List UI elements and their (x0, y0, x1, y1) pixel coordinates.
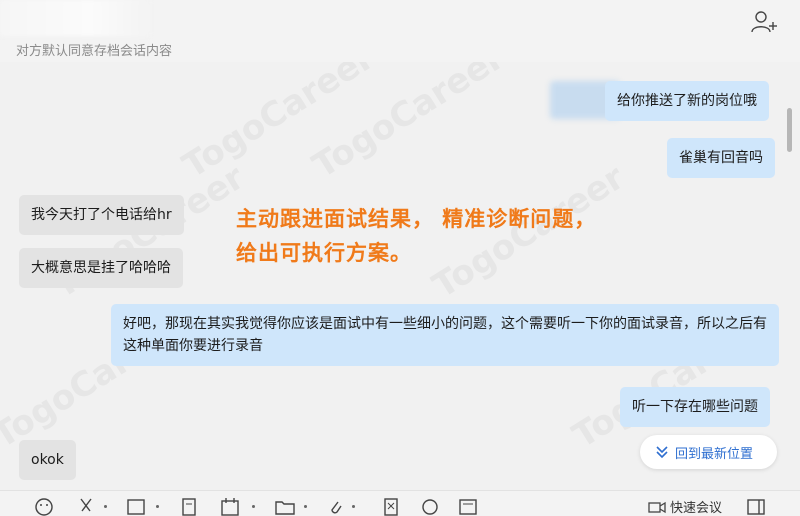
message-bubble[interactable]: 雀巢有回音吗 (667, 138, 775, 178)
folder-icon[interactable] (274, 497, 296, 516)
scissors-icon[interactable] (78, 497, 94, 516)
message-text: okok (31, 452, 64, 468)
dropdown-dot (104, 505, 107, 508)
message-text: 给你推送了新的岗位哦 (617, 93, 757, 109)
overlay-line-2: 给出可执行方案。 (236, 241, 412, 265)
overlay-line-1: 主动跟进面试结果， 精准诊断问题， (236, 207, 597, 231)
dropdown-dot (156, 505, 159, 508)
paperclip-icon[interactable] (326, 497, 344, 516)
double-chevron-down-icon (656, 446, 668, 459)
person-add-icon[interactable] (749, 8, 779, 36)
dropdown-dot (304, 505, 307, 508)
back-to-latest-label: 回到最新位置 (675, 446, 754, 462)
emoji-icon[interactable] (34, 497, 54, 516)
message-text: 大概意思是挂了哈哈哈 (31, 260, 171, 276)
message-bubble[interactable]: 大概意思是挂了哈哈哈 (19, 248, 183, 288)
message-bubble[interactable]: okok (19, 440, 76, 480)
watermark: TogoCareer (175, 62, 382, 187)
document-icon[interactable] (180, 497, 198, 516)
message-bubble[interactable]: 给你推送了新的岗位哦 (605, 81, 769, 121)
scrollbar[interactable] (784, 62, 794, 490)
quick-meeting-button[interactable]: 快速会议 (648, 497, 722, 516)
promo-overlay-text: 主动跟进面试结果， 精准诊断问题， 给出可执行方案。 (236, 202, 596, 270)
screenshot-icon[interactable] (126, 497, 148, 516)
file-icon[interactable] (382, 497, 400, 516)
blurred-contact-name (0, 0, 150, 36)
video-icon (648, 501, 666, 513)
watermark: TogoCareer (305, 62, 512, 187)
message-bubble[interactable]: 听一下存在哪些问题 (620, 387, 770, 427)
back-to-latest-button[interactable]: 回到最新位置 (640, 435, 777, 469)
message-bubble[interactable]: 好吧，那现在其实我觉得你应该是面试中有一些细小的问题，这个需要听一下你的面试录音… (111, 304, 779, 366)
message-text: 好吧，那现在其实我觉得你应该是面试中有一些细小的问题，这个需要听一下你的面试录音… (123, 316, 767, 354)
search-icon[interactable] (420, 497, 442, 516)
fullscreen-icon[interactable] (746, 497, 766, 516)
chat-header: 对方默认同意存档会话内容 (0, 0, 800, 62)
message-text: 雀巢有回音吗 (679, 150, 763, 166)
calendar-icon[interactable] (220, 497, 242, 516)
message-text: 听一下存在哪些问题 (632, 399, 758, 415)
scroll-thumb[interactable] (787, 108, 792, 152)
input-toolbar: 快速会议 (0, 490, 800, 516)
dropdown-dot (252, 505, 255, 508)
message-bubble[interactable]: 我今天打了个电话给hr (19, 195, 184, 235)
image-icon[interactable] (458, 497, 478, 516)
message-text: 我今天打了个电话给hr (31, 207, 172, 223)
archive-notice: 对方默认同意存档会话内容 (16, 44, 173, 59)
dropdown-dot (352, 505, 355, 508)
quick-meeting-label: 快速会议 (670, 501, 723, 516)
message-list[interactable]: TogoCareer TogoCareer TogoCareer TogoCar… (0, 62, 800, 490)
